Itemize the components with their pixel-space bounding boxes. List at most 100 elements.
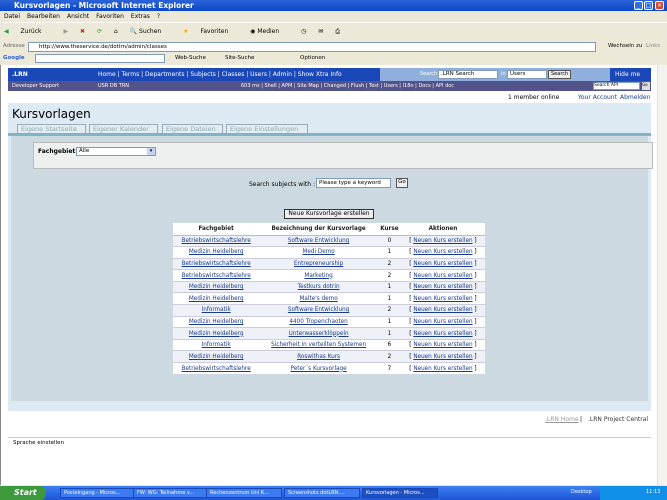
fachgebiet-link[interactable]: Medizin Heidelberg — [189, 296, 244, 302]
search-submit-button[interactable]: Search — [548, 70, 572, 79]
table-row: Betriebswirtschaftslehre Marketing 2 [ N… — [173, 269, 485, 282]
developer-links[interactable]: 603 ms | Shell | APM | Site Map | Change… — [241, 83, 454, 89]
favorites-button[interactable]: ★ Favoriten — [183, 28, 238, 35]
new-course-link[interactable]: Neuen Kurs erstellen — [413, 284, 472, 290]
back-button[interactable]: ◀ Zurück — [4, 28, 52, 35]
taskbar-item[interactable]: Screenshots dotLRN.... — [284, 488, 360, 498]
go-button[interactable]: Wechseln zu — [608, 43, 642, 49]
refresh-icon[interactable]: ⟳ — [97, 28, 102, 35]
lrn-project-central-link[interactable]: .LRN Project Central — [588, 416, 648, 423]
course-template-link[interactable]: Roswithas Kurs — [297, 354, 340, 360]
new-course-link[interactable]: Neuen Kurs erstellen — [413, 249, 472, 255]
course-template-link[interactable]: Software Entwicklung — [288, 307, 349, 313]
new-course-template-button[interactable]: Neue Kursvorlage erstellen — [284, 209, 374, 219]
course-template-link[interactable]: Software Entwicklung — [288, 238, 349, 244]
search-subjects-label: Search subjects with : — [249, 181, 315, 188]
history-icon[interactable]: ◷ — [301, 28, 306, 35]
home-icon[interactable]: ⌂ — [114, 28, 118, 35]
hide-me-link[interactable]: Hide me — [615, 71, 640, 78]
media-button[interactable]: ◉ Medien — [250, 28, 289, 35]
minimize-button[interactable]: _ — [634, 1, 643, 10]
column-header-kurse[interactable]: Kurse — [377, 223, 401, 236]
new-course-link[interactable]: Neuen Kurs erstellen — [413, 354, 472, 360]
google-search-input[interactable] — [35, 54, 165, 63]
search-button[interactable]: 🔍 Suchen — [130, 28, 172, 35]
fachgebiet-link[interactable]: Medizin Heidelberg — [189, 331, 244, 337]
fachgebiet-link[interactable]: Medizin Heidelberg — [189, 249, 244, 255]
vertical-scrollbar[interactable] — [657, 65, 667, 485]
taskbar-item[interactable]: FW: WG: Teilnahme v... — [133, 488, 209, 498]
fachgebiet-link[interactable]: Betriebswirtschaftslehre — [182, 273, 251, 279]
lrn-search-input[interactable]: .LRN Search — [438, 70, 498, 79]
maximize-button[interactable]: □ — [644, 1, 653, 10]
new-course-link[interactable]: Neuen Kurs erstellen — [413, 319, 472, 325]
course-template-link[interactable]: Entrepreneurship — [294, 261, 343, 267]
taskbar-item[interactable]: Posteingang - Micros... — [60, 488, 136, 498]
desktop-toolbar[interactable]: Desktop — [571, 489, 592, 495]
new-course-link[interactable]: Neuen Kurs erstellen — [413, 261, 472, 267]
column-header-bezeichnung[interactable]: Bezeichnung der Kursvorlage — [259, 223, 378, 236]
api-go-button[interactable]: Go — [642, 82, 650, 90]
logout-link[interactable]: Abmelden — [620, 94, 650, 101]
start-button[interactable]: Start — [0, 486, 46, 500]
new-course-link[interactable]: Neuen Kurs erstellen — [413, 238, 472, 244]
options-button[interactable]: Optionen — [300, 55, 325, 61]
mail-icon[interactable]: ✉ — [318, 28, 323, 35]
dotlrn-logo[interactable]: .LRN — [12, 71, 28, 78]
search-scope-select[interactable]: Users — [507, 70, 547, 79]
fachgebiet-link[interactable]: Medizin Heidelberg — [189, 319, 244, 325]
fachgebiet-link[interactable]: Medizin Heidelberg — [189, 354, 244, 360]
course-count: 1 — [377, 280, 401, 293]
forward-icon[interactable]: ▶ — [63, 28, 68, 35]
course-template-link[interactable]: Malte's demo — [300, 296, 338, 302]
fachgebiet-link[interactable]: Informatik — [202, 342, 231, 348]
course-count: 2 — [377, 269, 401, 282]
your-account-link[interactable]: Your Account — [578, 94, 617, 101]
stop-icon[interactable]: ✖ — [80, 28, 85, 35]
taskbar-item[interactable]: Rechenzentrum Uni K... — [206, 488, 282, 498]
fachgebiet-link[interactable]: Medizin Heidelberg — [189, 284, 244, 290]
fachgebiet-link[interactable]: Betriebswirtschaftslehre — [182, 238, 251, 244]
menu-extras[interactable]: Extras — [131, 13, 150, 20]
table-row: Informatik Sicherheit in verteilten Syst… — [173, 338, 485, 351]
new-course-link[interactable]: Neuen Kurs erstellen — [413, 296, 472, 302]
fachgebiet-link[interactable]: Betriebswirtschaftslehre — [182, 261, 251, 267]
fachgebiet-select[interactable]: Alle ▾ — [76, 147, 156, 156]
fachgebiet-link[interactable]: Informatik — [202, 307, 231, 313]
subject-search-go-button[interactable]: Go — [396, 178, 408, 188]
lrn-home-link[interactable]: .LRN Home — [545, 416, 579, 423]
menu-bearbeiten[interactable]: Bearbeiten — [27, 13, 60, 20]
course-template-link[interactable]: Sicherheit in verteilten Systemen — [271, 342, 366, 348]
print-icon[interactable]: ⎙ — [335, 28, 340, 35]
new-course-link[interactable]: Neuen Kurs erstellen — [413, 342, 472, 348]
course-template-link[interactable]: Peter´s Kursvorlage — [291, 366, 347, 372]
site-search-button[interactable]: Site-Suche — [225, 55, 254, 61]
course-count: 1 — [377, 327, 401, 340]
new-course-link[interactable]: Neuen Kurs erstellen — [413, 331, 472, 337]
taskbar-item-active[interactable]: Kursvorlagen - Micros... — [362, 488, 438, 498]
main-nav[interactable]: Home | Terms | Departments | Subjects | … — [98, 71, 342, 78]
new-course-link[interactable]: Neuen Kurs erstellen — [413, 366, 472, 372]
language-link[interactable]: Sprache einstellen — [13, 440, 64, 446]
links-button[interactable]: Links — [646, 43, 660, 49]
table-row: Betriebswirtschaftslehre Entrepreneurshi… — [173, 257, 485, 270]
api-search-input[interactable]: Search API — [593, 82, 640, 90]
column-header-fachgebiet[interactable]: Fachgebiet — [173, 223, 260, 236]
menu-ansicht[interactable]: Ansicht — [67, 13, 89, 20]
menu-datei[interactable]: Datei — [4, 13, 20, 20]
course-template-link[interactable]: 4400 Tropenchaoten — [289, 319, 347, 325]
course-template-link[interactable]: Testkurs dotrin — [298, 284, 340, 290]
fachgebiet-link[interactable]: Betriebswirtschaftslehre — [182, 366, 251, 372]
address-input[interactable]: http://www.theservice.de/dotlrn/admin/cl… — [28, 42, 596, 52]
course-template-link[interactable]: Unterwasserklöppeln — [289, 331, 349, 337]
course-template-link[interactable]: Medi Demo — [302, 249, 334, 255]
web-search-button[interactable]: Web-Suche — [175, 55, 206, 61]
course-template-link[interactable]: Marketing — [304, 273, 332, 279]
new-course-link[interactable]: Neuen Kurs erstellen — [413, 273, 472, 279]
menu-help[interactable]: ? — [157, 13, 160, 20]
new-course-link[interactable]: Neuen Kurs erstellen — [413, 307, 472, 313]
subject-search-input[interactable]: Please type a keyword — [316, 178, 391, 188]
close-button[interactable]: × — [655, 1, 664, 10]
menu-favoriten[interactable]: Favoriten — [96, 13, 124, 20]
clock: 11:13 — [646, 489, 661, 495]
